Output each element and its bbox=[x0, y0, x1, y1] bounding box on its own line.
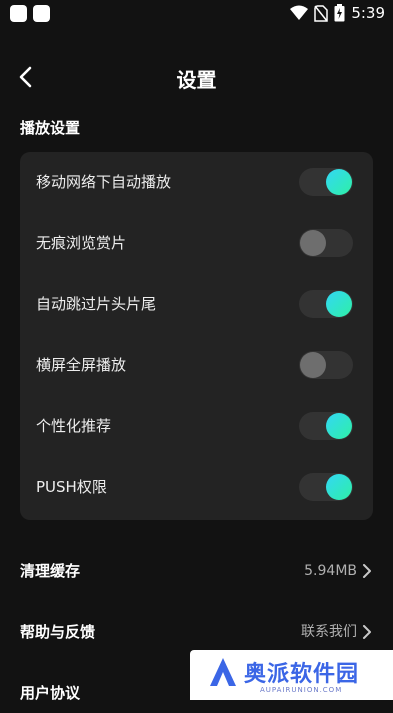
setting-label: 个性化推荐 bbox=[36, 417, 112, 435]
no-sim-icon bbox=[314, 4, 329, 22]
status-notifications bbox=[10, 5, 50, 22]
watermark-logo-icon bbox=[210, 658, 236, 686]
site-watermark: 奥派软件园 AUPAIRUNION.COM bbox=[190, 650, 393, 700]
toggle-knob bbox=[326, 474, 352, 500]
cache-size-value: 5.94MB bbox=[304, 563, 357, 579]
status-bar: 5:39 bbox=[0, 0, 393, 28]
toggle-knob bbox=[326, 413, 352, 439]
setting-label: PUSH权限 bbox=[36, 478, 107, 496]
toggle-skip-intro[interactable] bbox=[299, 290, 353, 318]
chevron-right-icon bbox=[363, 625, 371, 639]
menu-item-help-feedback[interactable]: 帮助与反馈 联系我们 bbox=[0, 612, 393, 652]
watermark-subtext: AUPAIRUNION.COM bbox=[260, 686, 343, 694]
contact-us-value: 联系我们 bbox=[301, 624, 357, 640]
setting-label: 移动网络下自动播放 bbox=[36, 173, 172, 191]
setting-label: 无痕浏览赏片 bbox=[36, 234, 127, 252]
page-title: 设置 bbox=[176, 68, 217, 92]
setting-row-mobile-autoplay: 移动网络下自动播放 bbox=[20, 152, 373, 213]
setting-row-push: PUSH权限 bbox=[20, 457, 373, 518]
toggle-mobile-autoplay[interactable] bbox=[299, 168, 353, 196]
toggle-landscape-fullscreen[interactable] bbox=[299, 351, 353, 379]
setting-row-skip-intro: 自动跳过片头片尾 bbox=[20, 274, 373, 335]
toggle-knob bbox=[326, 291, 352, 317]
watermark-text: 奥派软件园 bbox=[244, 662, 360, 687]
wifi-icon bbox=[290, 5, 309, 21]
menu-item-label: 帮助与反馈 bbox=[20, 623, 96, 641]
menu-item-label: 清理缓存 bbox=[20, 562, 81, 580]
section-title-playback: 播放设置 bbox=[20, 119, 81, 137]
setting-row-personalized: 个性化推荐 bbox=[20, 396, 373, 457]
menu-item-clear-cache[interactable]: 清理缓存 5.94MB bbox=[0, 551, 393, 591]
setting-row-incognito: 无痕浏览赏片 bbox=[20, 213, 373, 274]
status-time: 5:39 bbox=[351, 4, 385, 22]
setting-label: 横屏全屏播放 bbox=[36, 356, 127, 374]
toggle-personalized[interactable] bbox=[299, 412, 353, 440]
chevron-right-icon bbox=[363, 564, 371, 578]
battery-charging-icon bbox=[334, 4, 345, 22]
toggle-incognito[interactable] bbox=[299, 229, 353, 257]
setting-row-landscape-fullscreen: 横屏全屏播放 bbox=[20, 335, 373, 396]
playback-settings-card: 移动网络下自动播放 无痕浏览赏片 自动跳过片头片尾 横屏全屏播放 个性化推荐 P… bbox=[20, 152, 373, 520]
toggle-push[interactable] bbox=[299, 473, 353, 501]
notification-icon bbox=[33, 5, 50, 22]
menu-item-label: 用户协议 bbox=[20, 684, 81, 702]
notification-icon bbox=[10, 5, 27, 22]
toggle-knob bbox=[300, 230, 326, 256]
toggle-knob bbox=[326, 169, 352, 195]
setting-label: 自动跳过片头片尾 bbox=[36, 295, 157, 313]
toggle-knob bbox=[300, 352, 326, 378]
nav-bar: 设置 bbox=[0, 52, 393, 100]
